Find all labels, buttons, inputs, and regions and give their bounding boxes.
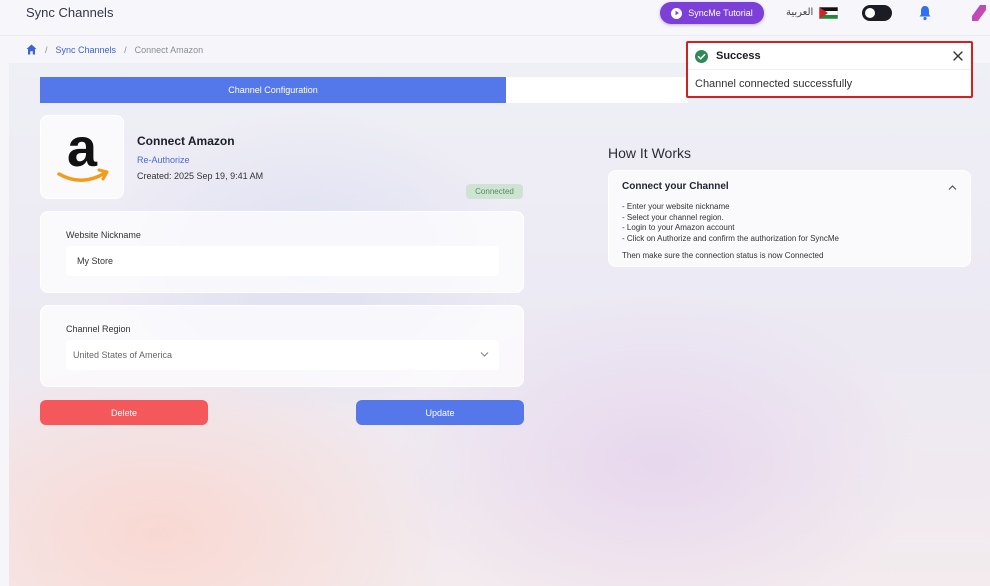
breadcrumb-link-sync-channels[interactable]: Sync Channels xyxy=(56,45,117,55)
region-card: Channel Region United States of America xyxy=(40,305,524,387)
bell-icon[interactable] xyxy=(918,5,932,21)
success-toast: Success Channel connected successfully xyxy=(686,41,973,98)
check-circle-icon xyxy=(695,50,708,63)
step-item: Click on Authorize and confirm the autho… xyxy=(622,234,839,245)
close-icon[interactable] xyxy=(953,51,963,61)
theme-toggle[interactable] xyxy=(862,5,892,21)
svg-text:a: a xyxy=(67,124,98,178)
nickname-input[interactable] xyxy=(66,246,499,276)
jordan-flag-icon[interactable] xyxy=(819,7,838,19)
step-item: Enter your website nickname xyxy=(622,202,839,213)
how-note: Then make sure the connection status is … xyxy=(622,251,824,260)
app-title: Sync Channels xyxy=(26,5,114,20)
breadcrumb-current: Connect Amazon xyxy=(134,44,204,55)
update-button[interactable]: Update xyxy=(356,400,524,425)
amazon-logo-icon: a xyxy=(57,124,109,182)
play-icon xyxy=(671,7,683,19)
breadcrumb-separator: / xyxy=(124,44,127,55)
tutorial-button-label: SyncMe Tutorial xyxy=(688,8,753,18)
delete-button[interactable]: Delete xyxy=(40,400,208,425)
tab-bar-rest xyxy=(506,77,688,103)
region-select[interactable]: United States of America xyxy=(66,340,499,370)
tab-bar: Channel Configuration xyxy=(40,77,688,103)
channel-logo-card: a xyxy=(40,115,124,199)
tutorial-button[interactable]: SyncMe Tutorial xyxy=(660,2,764,24)
region-selected-value: United States of America xyxy=(73,350,173,360)
breadcrumb: / Sync Channels / Connect Amazon xyxy=(26,44,203,55)
toggle-knob xyxy=(865,8,875,18)
channel-name: Connect Amazon xyxy=(137,134,235,148)
toast-divider xyxy=(688,69,971,70)
created-timestamp: Created: 2025 Sep 19, 9:41 AM xyxy=(137,171,264,181)
region-label: Channel Region xyxy=(66,324,131,334)
toast-message: Channel connected successfully xyxy=(695,78,853,90)
status-badge: Connected xyxy=(466,184,523,199)
how-it-works-card: Connect your Channel Enter your website … xyxy=(608,170,971,267)
brand-logo-icon[interactable] xyxy=(970,3,988,23)
breadcrumb-separator: / xyxy=(45,44,48,55)
tab-channel-configuration[interactable]: Channel Configuration xyxy=(40,77,506,103)
nickname-card: Website Nickname xyxy=(40,211,524,293)
reauthorize-link[interactable]: Re-Authorize xyxy=(137,155,190,165)
chevron-up-icon[interactable] xyxy=(948,184,957,191)
step-item: Login to your Amazon account xyxy=(622,223,839,234)
how-it-works-title: How It Works xyxy=(608,145,691,161)
language-switch[interactable]: العربية xyxy=(786,7,813,18)
home-icon[interactable] xyxy=(26,44,37,55)
toast-title: Success xyxy=(716,50,761,62)
steps-list: Enter your website nickname Select your … xyxy=(622,202,839,244)
how-section-title[interactable]: Connect your Channel xyxy=(622,181,729,192)
nickname-label: Website Nickname xyxy=(66,230,141,240)
chevron-down-icon xyxy=(480,352,489,357)
top-bar: Sync Channels SyncMe Tutorial العربية xyxy=(0,0,990,36)
step-item: Select your channel region. xyxy=(622,213,839,224)
